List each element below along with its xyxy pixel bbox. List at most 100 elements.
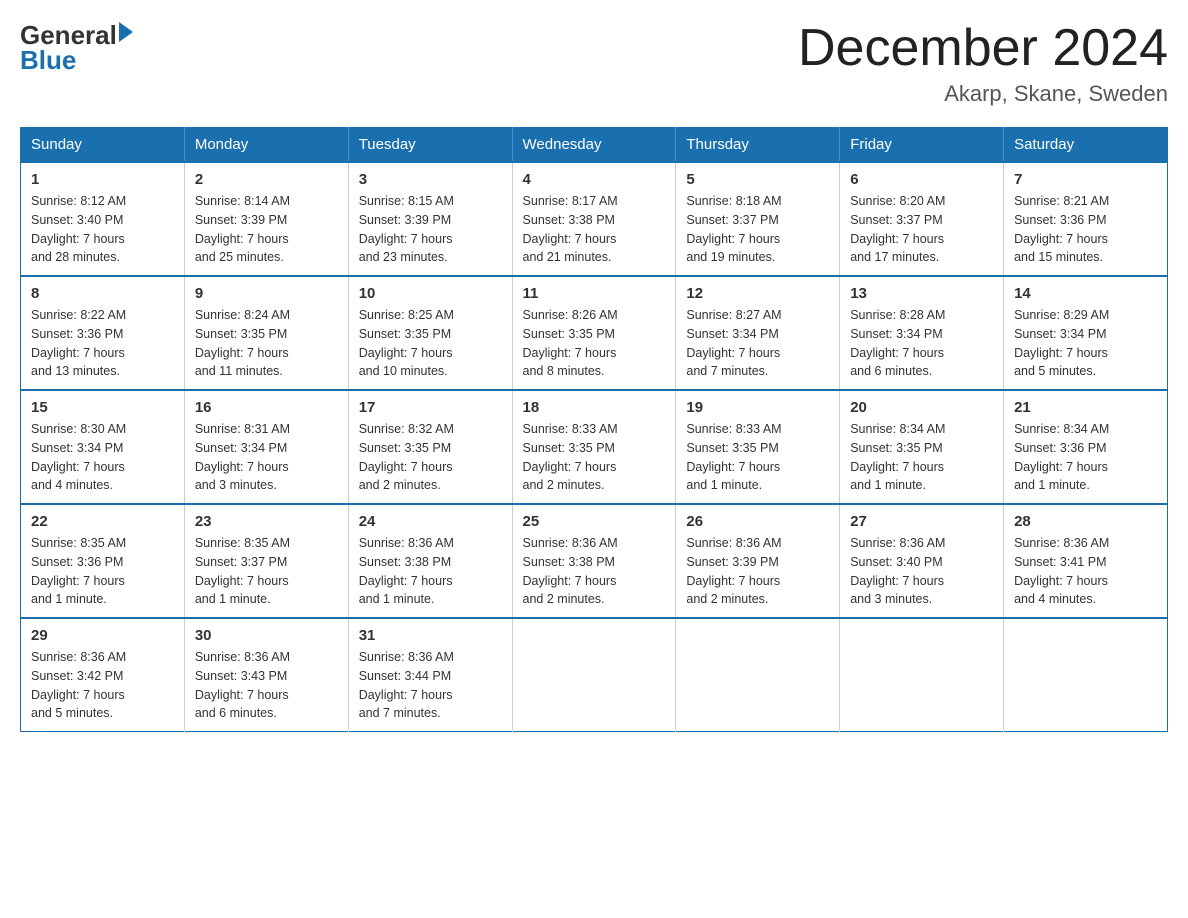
calendar-cell — [676, 618, 840, 732]
day-number: 8 — [31, 285, 174, 302]
calendar-cell: 15 Sunrise: 8:30 AMSunset: 3:34 PMDayligh… — [21, 390, 185, 504]
day-info: Sunrise: 8:36 AMSunset: 3:38 PMDaylight:… — [523, 536, 618, 606]
day-info: Sunrise: 8:34 AMSunset: 3:36 PMDaylight:… — [1014, 422, 1109, 492]
day-number: 15 — [31, 399, 174, 416]
day-info: Sunrise: 8:36 AMSunset: 3:43 PMDaylight:… — [195, 650, 290, 720]
day-info: Sunrise: 8:18 AMSunset: 3:37 PMDaylight:… — [686, 194, 781, 264]
calendar-cell: 14Sunrise: 8:29 AMSunset: 3:34 PMDayligh… — [1004, 276, 1168, 390]
header-thursday: Thursday — [676, 128, 840, 163]
day-info: Sunrise: 8:28 AMSunset: 3:34 PMDaylight:… — [850, 308, 945, 378]
day-number: 5 — [686, 171, 829, 188]
day-info: Sunrise: 8:36 AMSunset: 3:40 PMDaylight:… — [850, 536, 945, 606]
day-number: 4 — [523, 171, 666, 188]
calendar-week-row: 15 Sunrise: 8:30 AMSunset: 3:34 PMDayligh… — [21, 390, 1168, 504]
day-info: Sunrise: 8:22 AMSunset: 3:36 PMDaylight:… — [31, 308, 126, 378]
header-saturday: Saturday — [1004, 128, 1168, 163]
calendar-week-row: 29 Sunrise: 8:36 AMSunset: 3:42 PMDayligh… — [21, 618, 1168, 732]
logo: General Blue — [20, 20, 133, 76]
calendar-cell: 26 Sunrise: 8:36 AMSunset: 3:39 PMDayligh… — [676, 504, 840, 618]
day-number: 13 — [850, 285, 993, 302]
calendar-cell: 1 Sunrise: 8:12 AMSunset: 3:40 PMDaylight… — [21, 162, 185, 276]
calendar-cell: 11 Sunrise: 8:26 AMSunset: 3:35 PMDayligh… — [512, 276, 676, 390]
day-number: 19 — [686, 399, 829, 416]
day-number: 1 — [31, 171, 174, 188]
calendar-cell: 31Sunrise: 8:36 AMSunset: 3:44 PMDayligh… — [348, 618, 512, 732]
day-info: Sunrise: 8:33 AMSunset: 3:35 PMDaylight:… — [523, 422, 618, 492]
day-info: Sunrise: 8:35 AMSunset: 3:36 PMDaylight:… — [31, 536, 126, 606]
day-info: Sunrise: 8:32 AMSunset: 3:35 PMDaylight:… — [359, 422, 454, 492]
day-number: 10 — [359, 285, 502, 302]
day-info: Sunrise: 8:31 AMSunset: 3:34 PMDaylight:… — [195, 422, 290, 492]
day-number: 3 — [359, 171, 502, 188]
day-number: 29 — [31, 627, 174, 644]
day-number: 7 — [1014, 171, 1157, 188]
header-sunday: Sunday — [21, 128, 185, 163]
day-info: Sunrise: 8:25 AMSunset: 3:35 PMDaylight:… — [359, 308, 454, 378]
day-info: Sunrise: 8:36 AMSunset: 3:39 PMDaylight:… — [686, 536, 781, 606]
day-info: Sunrise: 8:15 AMSunset: 3:39 PMDaylight:… — [359, 194, 454, 264]
day-info: Sunrise: 8:34 AMSunset: 3:35 PMDaylight:… — [850, 422, 945, 492]
day-number: 18 — [523, 399, 666, 416]
day-number: 31 — [359, 627, 502, 644]
day-number: 2 — [195, 171, 338, 188]
location-subtitle: Akarp, Skane, Sweden — [798, 81, 1168, 107]
calendar-cell: 7 Sunrise: 8:21 AMSunset: 3:36 PMDaylight… — [1004, 162, 1168, 276]
day-number: 25 — [523, 513, 666, 530]
calendar-cell: 23 Sunrise: 8:35 AMSunset: 3:37 PMDayligh… — [184, 504, 348, 618]
day-number: 17 — [359, 399, 502, 416]
header-friday: Friday — [840, 128, 1004, 163]
title-block: December 2024 Akarp, Skane, Sweden — [798, 20, 1168, 107]
calendar-cell: 25 Sunrise: 8:36 AMSunset: 3:38 PMDayligh… — [512, 504, 676, 618]
day-number: 11 — [523, 285, 666, 302]
day-number: 21 — [1014, 399, 1157, 416]
day-info: Sunrise: 8:36 AMSunset: 3:41 PMDaylight:… — [1014, 536, 1109, 606]
day-info: Sunrise: 8:20 AMSunset: 3:37 PMDaylight:… — [850, 194, 945, 264]
calendar-cell: 17 Sunrise: 8:32 AMSunset: 3:35 PMDayligh… — [348, 390, 512, 504]
calendar-cell: 28 Sunrise: 8:36 AMSunset: 3:41 PMDayligh… — [1004, 504, 1168, 618]
day-number: 22 — [31, 513, 174, 530]
day-number: 16 — [195, 399, 338, 416]
day-number: 20 — [850, 399, 993, 416]
calendar-cell: 19 Sunrise: 8:33 AMSunset: 3:35 PMDayligh… — [676, 390, 840, 504]
header-monday: Monday — [184, 128, 348, 163]
calendar-cell: 6Sunrise: 8:20 AMSunset: 3:37 PMDaylight… — [840, 162, 1004, 276]
day-info: Sunrise: 8:21 AMSunset: 3:36 PMDaylight:… — [1014, 194, 1109, 264]
calendar-header-row: SundayMondayTuesdayWednesdayThursdayFrid… — [21, 128, 1168, 163]
calendar-cell: 3 Sunrise: 8:15 AMSunset: 3:39 PMDaylight… — [348, 162, 512, 276]
logo-blue: Blue — [20, 45, 133, 76]
calendar-cell: 27 Sunrise: 8:36 AMSunset: 3:40 PMDayligh… — [840, 504, 1004, 618]
calendar-cell: 16 Sunrise: 8:31 AMSunset: 3:34 PMDayligh… — [184, 390, 348, 504]
day-number: 23 — [195, 513, 338, 530]
day-info: Sunrise: 8:29 AMSunset: 3:34 PMDaylight:… — [1014, 308, 1109, 378]
day-info: Sunrise: 8:36 AMSunset: 3:42 PMDaylight:… — [31, 650, 126, 720]
calendar-cell: 2Sunrise: 8:14 AMSunset: 3:39 PMDaylight… — [184, 162, 348, 276]
month-year-title: December 2024 — [798, 20, 1168, 77]
calendar-cell: 5 Sunrise: 8:18 AMSunset: 3:37 PMDaylight… — [676, 162, 840, 276]
calendar-cell: 8 Sunrise: 8:22 AMSunset: 3:36 PMDaylight… — [21, 276, 185, 390]
day-number: 24 — [359, 513, 502, 530]
day-info: Sunrise: 8:27 AMSunset: 3:34 PMDaylight:… — [686, 308, 781, 378]
calendar-cell: 10 Sunrise: 8:25 AMSunset: 3:35 PMDayligh… — [348, 276, 512, 390]
day-number: 28 — [1014, 513, 1157, 530]
calendar-cell: 4Sunrise: 8:17 AMSunset: 3:38 PMDaylight… — [512, 162, 676, 276]
calendar-cell: 30 Sunrise: 8:36 AMSunset: 3:43 PMDayligh… — [184, 618, 348, 732]
day-info: Sunrise: 8:12 AMSunset: 3:40 PMDaylight:… — [31, 194, 126, 264]
day-number: 27 — [850, 513, 993, 530]
day-number: 26 — [686, 513, 829, 530]
page-header: General Blue December 2024 Akarp, Skane,… — [20, 20, 1168, 107]
day-number: 9 — [195, 285, 338, 302]
day-number: 30 — [195, 627, 338, 644]
header-wednesday: Wednesday — [512, 128, 676, 163]
calendar-week-row: 22 Sunrise: 8:35 AMSunset: 3:36 PMDayligh… — [21, 504, 1168, 618]
calendar-week-row: 8 Sunrise: 8:22 AMSunset: 3:36 PMDaylight… — [21, 276, 1168, 390]
calendar-cell: 12 Sunrise: 8:27 AMSunset: 3:34 PMDayligh… — [676, 276, 840, 390]
day-info: Sunrise: 8:35 AMSunset: 3:37 PMDaylight:… — [195, 536, 290, 606]
day-info: Sunrise: 8:26 AMSunset: 3:35 PMDaylight:… — [523, 308, 618, 378]
calendar-cell: 24Sunrise: 8:36 AMSunset: 3:38 PMDayligh… — [348, 504, 512, 618]
day-info: Sunrise: 8:30 AMSunset: 3:34 PMDaylight:… — [31, 422, 126, 492]
calendar-cell: 9Sunrise: 8:24 AMSunset: 3:35 PMDaylight… — [184, 276, 348, 390]
day-info: Sunrise: 8:33 AMSunset: 3:35 PMDaylight:… — [686, 422, 781, 492]
calendar-cell: 18 Sunrise: 8:33 AMSunset: 3:35 PMDayligh… — [512, 390, 676, 504]
day-number: 12 — [686, 285, 829, 302]
header-tuesday: Tuesday — [348, 128, 512, 163]
